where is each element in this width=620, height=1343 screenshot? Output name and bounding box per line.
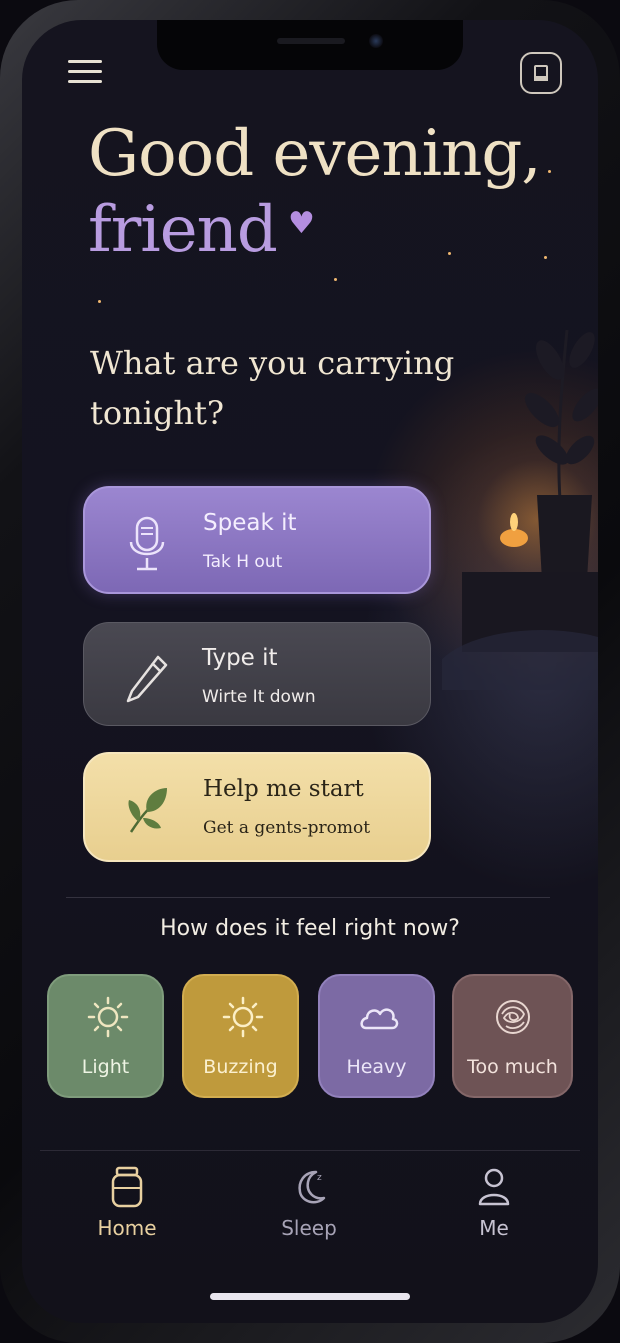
jar-icon <box>111 1166 143 1208</box>
mood-question: How does it feel right now? <box>160 916 460 941</box>
speak-it-subtitle: Tak H out <box>203 552 283 572</box>
microphone-icon <box>129 516 165 571</box>
star-decoration <box>98 300 101 303</box>
mood-buzzing-button[interactable]: Buzzing <box>182 974 299 1098</box>
menu-button[interactable] <box>68 58 104 86</box>
star-decoration <box>548 170 551 173</box>
hamburger-icon-line <box>68 70 102 73</box>
help-me-start-title: Help me start <box>203 776 364 802</box>
star-decoration <box>334 278 337 281</box>
tab-bar-divider <box>40 1150 580 1151</box>
mood-light-label: Light <box>81 1056 130 1078</box>
mood-too-much-label: Too much <box>467 1056 558 1078</box>
journal-icon-bar <box>534 76 548 81</box>
tab-me-label: Me <box>479 1216 509 1240</box>
earpiece <box>277 38 345 44</box>
tab-home-label: Home <box>97 1216 157 1240</box>
speak-it-title: Speak it <box>203 510 297 536</box>
leaf-icon <box>128 788 167 833</box>
svg-text:z: z <box>317 1173 322 1183</box>
sun-icon <box>87 996 129 1038</box>
heart-icon: ♥ <box>288 206 315 241</box>
type-it-subtitle: Wirte It down <box>202 687 316 707</box>
tab-sleep[interactable]: z Sleep <box>249 1166 369 1246</box>
star-decoration <box>448 252 451 255</box>
help-me-start-button[interactable]: Help me start Get a gents-promot <box>83 752 431 862</box>
help-me-start-subtitle: Get a gents-promot <box>203 818 371 838</box>
moon-icon: z <box>298 1170 326 1204</box>
mood-heavy-label: Heavy <box>346 1056 407 1078</box>
star-decoration <box>544 256 547 259</box>
home-indicator[interactable] <box>210 1293 410 1300</box>
mood-too-much-button[interactable]: Too much <box>452 974 573 1098</box>
greeting-title: Good evening, <box>88 117 542 191</box>
mood-heavy-button[interactable]: Heavy <box>318 974 435 1098</box>
hamburger-icon-line <box>68 80 102 83</box>
notch <box>157 20 463 70</box>
person-icon <box>478 1168 510 1206</box>
mood-light-button[interactable]: Light <box>47 974 164 1098</box>
prompt-question: What are you carrying tonight? <box>90 344 455 432</box>
type-it-title: Type it <box>202 645 278 671</box>
hamburger-icon <box>68 60 102 63</box>
phone-frame: Good evening, friend ♥ What are you carr… <box>0 0 620 1343</box>
app-screen: Good evening, friend ♥ What are you carr… <box>22 20 598 1323</box>
cloud-icon <box>360 1008 399 1030</box>
sun-icon <box>222 996 264 1038</box>
type-it-button[interactable]: Type it Wirte It down <box>83 622 431 726</box>
mood-buzzing-label: Buzzing <box>203 1056 278 1078</box>
tab-me[interactable]: Me <box>434 1166 554 1246</box>
journal-button[interactable] <box>520 52 562 94</box>
tangle-icon <box>496 1000 530 1034</box>
speak-it-button[interactable]: Speak it Tak H out <box>83 486 431 594</box>
tab-sleep-label: Sleep <box>281 1216 337 1240</box>
front-camera <box>369 34 383 48</box>
greeting-name: friend <box>88 193 278 267</box>
pencil-icon <box>126 655 168 703</box>
tab-home[interactable]: Home <box>67 1166 187 1246</box>
section-divider <box>66 897 550 898</box>
